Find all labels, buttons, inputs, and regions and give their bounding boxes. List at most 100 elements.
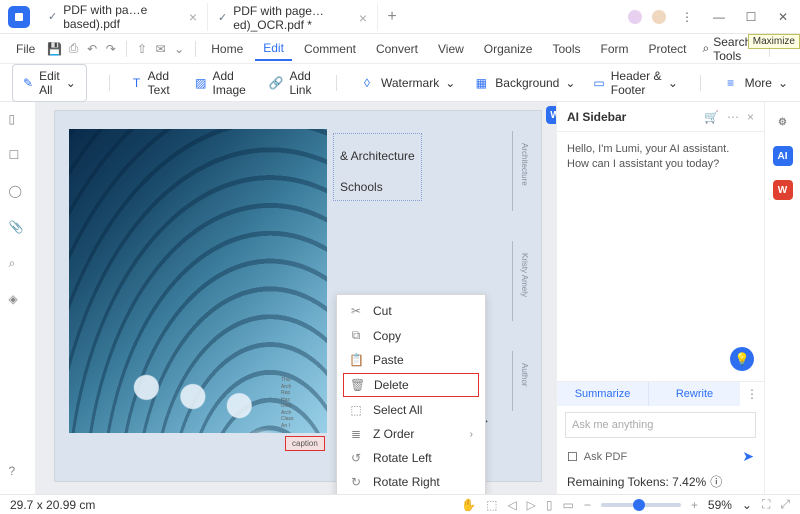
share-icon[interactable]: ⇧ <box>135 38 150 60</box>
maximize-button[interactable]: ☐ <box>740 6 762 28</box>
thumbnails-icon[interactable]: ▯ <box>9 112 27 130</box>
menu-protect[interactable]: Protect <box>641 38 695 60</box>
actions-more[interactable]: ⋮ <box>740 382 764 406</box>
word-badge[interactable]: W <box>546 106 556 124</box>
search-icon[interactable]: ⌕ <box>9 256 27 274</box>
menu-organize[interactable]: Organize <box>476 38 541 60</box>
print-icon[interactable]: ⎙ <box>66 38 81 60</box>
continuous-icon[interactable]: ▭ <box>563 498 574 512</box>
send-icon[interactable]: ➤ <box>742 448 754 465</box>
kebab-icon[interactable]: ⋮ <box>676 6 698 28</box>
ai-input[interactable]: Ask me anything <box>565 412 756 438</box>
tab-active[interactable]: ✓PDF with page…ed)_OCR.pdf *× <box>208 3 378 31</box>
cart-icon[interactable]: 🛒 <box>704 110 719 124</box>
prev-page-icon[interactable]: ◁ <box>507 498 516 512</box>
notification-icon[interactable] <box>652 10 666 24</box>
chevron-down-icon[interactable]: ⌄ <box>172 38 187 60</box>
menu-convert[interactable]: Convert <box>368 38 426 60</box>
help-icon[interactable]: ? <box>9 464 27 482</box>
tab-label: PDF with page…ed)_OCR.pdf * <box>233 4 349 32</box>
zoom-in-icon[interactable]: + <box>691 498 698 512</box>
undo-icon[interactable]: ↶ <box>85 38 100 60</box>
checkbox[interactable]: ☐ <box>567 450 578 464</box>
menu-file[interactable]: File <box>8 38 43 60</box>
ai-sidebar: AI Sidebar 🛒 ⋯ × Hello, I'm Lumi, your A… <box>556 102 764 494</box>
watermark-button[interactable]: ◊Watermark⌄ <box>359 75 455 91</box>
chevron-down-icon[interactable]: ⌄ <box>742 498 752 512</box>
chevron-down-icon: ⌄ <box>668 76 678 90</box>
app-icon[interactable] <box>8 6 30 28</box>
summarize-button[interactable]: Summarize <box>557 382 649 406</box>
new-tab-button[interactable]: + <box>378 8 406 26</box>
hand-tool-icon[interactable]: ✋ <box>461 498 476 512</box>
ctx-copy[interactable]: ⧉Copy <box>337 323 485 348</box>
ctx-select-all[interactable]: ⬚Select All <box>337 398 485 422</box>
check-icon: ✓ <box>48 10 57 23</box>
menubar: File 💾 ⎙ ↶ ↷ ⇧ ✉ ⌄ Home Edit Comment Con… <box>0 34 800 64</box>
document-canvas[interactable]: & Architecture Schools Architecture Kris… <box>36 102 556 494</box>
right-rail: ⚙ AI W <box>764 102 800 494</box>
selected-caption[interactable]: caption <box>285 436 325 451</box>
header-footer-icon: ▭ <box>593 75 604 91</box>
header-footer-button[interactable]: ▭Header & Footer⌄ <box>593 69 678 97</box>
scissor-icon: ✂ <box>349 304 363 318</box>
body-text: ThisArchRepHasUnivArchClassAn I <box>281 377 294 429</box>
tab-inactive[interactable]: ✓PDF with pa…e based).pdf× <box>38 3 208 31</box>
menu-tools[interactable]: Tools <box>544 38 588 60</box>
mail-icon[interactable]: ✉ <box>153 38 168 60</box>
minimize-button[interactable]: — <box>708 6 730 28</box>
bookmark-icon[interactable]: ☐ <box>9 148 27 166</box>
titlebar: ✓PDF with pa…e based).pdf× ✓ PDF with pag… <box>0 0 800 34</box>
single-page-icon[interactable]: ▯ <box>546 498 553 512</box>
menu-form[interactable]: Form <box>593 38 637 60</box>
divider <box>512 241 513 321</box>
menu-home[interactable]: Home <box>203 38 251 60</box>
edit-all-button[interactable]: ✎Edit All⌄ <box>12 64 87 102</box>
word-icon[interactable]: W <box>773 180 793 200</box>
close-icon[interactable]: × <box>747 110 754 124</box>
close-icon[interactable]: × <box>189 9 197 25</box>
ctx-delete[interactable]: 🗑Delete <box>344 374 478 396</box>
settings-icon[interactable]: ⚙ <box>773 112 793 132</box>
comment-icon[interactable]: ◯ <box>9 184 27 202</box>
vertical-label: Kristy Amely <box>520 253 529 297</box>
info-icon[interactable]: ⓘ <box>710 473 722 490</box>
menu-edit[interactable]: Edit <box>255 37 292 61</box>
add-text-button[interactable]: TAdd Text <box>131 69 177 97</box>
avatar[interactable] <box>628 10 642 24</box>
headline-text[interactable]: & Architecture Schools <box>333 133 422 201</box>
ai-icon[interactable]: AI <box>773 146 793 166</box>
more-icon[interactable]: ⋯ <box>727 110 739 124</box>
add-link-button[interactable]: 🔗Add Link <box>269 69 315 97</box>
ctx-z-order[interactable]: ≣Z Order› <box>337 422 485 446</box>
ctx-rotate-left[interactable]: ↺Rotate Left <box>337 446 485 470</box>
fullscreen-icon[interactable]: ⤢ <box>780 497 790 512</box>
page-dimensions: 29.7 x 20.99 cm <box>10 498 95 512</box>
ctx-rotate-right[interactable]: ↻Rotate Right <box>337 470 485 494</box>
rewrite-button[interactable]: Rewrite <box>649 382 740 406</box>
vertical-label: Architecture <box>520 143 529 186</box>
ctx-cut[interactable]: ✂Cut <box>337 299 485 323</box>
add-image-button[interactable]: ▨Add Image <box>195 69 250 97</box>
background-button[interactable]: ▦Background⌄ <box>473 75 575 91</box>
fit-width-icon[interactable]: ⛶ <box>762 497 770 512</box>
bulb-icon[interactable]: 💡 <box>730 347 754 371</box>
menu-view[interactable]: View <box>430 38 472 60</box>
attachment-icon[interactable]: 📎 <box>9 220 27 238</box>
zoom-value[interactable]: 59% <box>708 498 732 512</box>
select-tool-icon[interactable]: ⬚ <box>486 498 497 512</box>
zoom-slider[interactable] <box>601 503 681 507</box>
save-icon[interactable]: 💾 <box>47 38 62 60</box>
rotate-left-icon: ↺ <box>349 451 363 465</box>
slider-knob[interactable] <box>633 499 645 511</box>
layers-icon[interactable]: ◈ <box>9 292 27 310</box>
rotate-right-icon: ↻ <box>349 475 363 489</box>
next-page-icon[interactable]: ▷ <box>527 498 536 512</box>
menu-comment[interactable]: Comment <box>296 38 364 60</box>
close-button[interactable]: ✕ <box>772 6 794 28</box>
redo-icon[interactable]: ↷ <box>103 38 118 60</box>
chevron-down-icon: ⌄ <box>66 76 76 90</box>
more-button[interactable]: ≡More⌄ <box>723 75 788 91</box>
zoom-out-icon[interactable]: − <box>584 498 591 512</box>
close-icon[interactable]: × <box>359 10 367 26</box>
